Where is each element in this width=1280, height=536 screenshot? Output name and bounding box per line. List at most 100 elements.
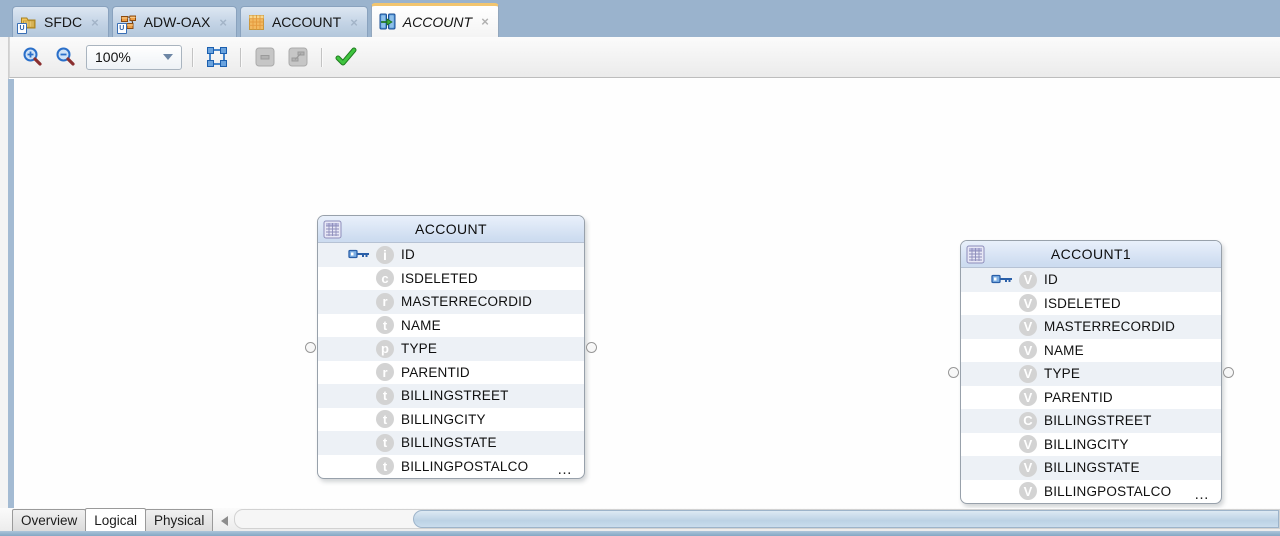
attribute-row[interactable]: t BILLINGCITY (318, 408, 584, 432)
tab-account[interactable]: ACCOUNT × (239, 6, 368, 37)
zoom-level-select[interactable]: 100% (86, 44, 182, 70)
view-tab-bar: Overview Logical Physical (0, 508, 1280, 531)
type-icon: r (376, 292, 394, 311)
attribute-row[interactable]: r MASTERRECORDID (318, 290, 584, 314)
tab-label: ACCOUNT (402, 13, 473, 30)
attribute-name: ISDELETED (401, 270, 478, 286)
attribute-list: V ID V ISDELETED V MASTERRECORDID V NAME VT… (961, 268, 1221, 503)
attribute-name: BILLINGPOSTALCO (401, 458, 529, 474)
type-icon: V (1019, 341, 1037, 360)
scrollbar-thumb[interactable] (413, 510, 1279, 528)
type-icon: V (1019, 317, 1037, 336)
triangle-left-icon (220, 516, 228, 526)
attribute-name: BILLINGSTREET (401, 388, 509, 404)
connector-port-right[interactable] (586, 342, 597, 353)
entity-header[interactable]: ACCOUNT (318, 216, 584, 243)
attribute-name: NAME (1044, 342, 1084, 358)
tab-label: ACCOUNT (271, 14, 342, 30)
close-icon[interactable]: × (219, 16, 227, 29)
attribute-row[interactable]: V NAME (961, 339, 1221, 363)
tab-account-mapping-active[interactable]: ACCOUNT × (370, 3, 499, 37)
window-bottom-edge (0, 531, 1280, 536)
attribute-row[interactable]: t NAME (318, 314, 584, 338)
attribute-row[interactable]: p TYPE (318, 337, 584, 361)
attribute-list: i ID c ISDELETED r MASTERRECORDID t NAME pT… (318, 243, 584, 478)
attribute-row[interactable]: V ISDELETED (961, 292, 1221, 316)
unsaved-badge: U (17, 22, 27, 34)
tab-label: SFDC (44, 14, 83, 30)
attribute-row[interactable]: V ID (961, 268, 1221, 292)
more-attributes-indicator: … (557, 461, 574, 478)
type-icon: V (1019, 435, 1037, 454)
attribute-name: BILLINGSTATE (401, 435, 497, 451)
type-icon: t (376, 386, 394, 405)
attribute-row[interactable]: i ID (318, 243, 584, 267)
type-icon: V (1019, 294, 1037, 313)
attribute-row[interactable]: V BILLINGPOSTALCO (961, 480, 1221, 504)
toolbar-separator (192, 47, 194, 67)
attribute-row[interactable]: t BILLINGPOSTALCO (318, 455, 584, 479)
expand-all-button-disabled (285, 44, 311, 70)
type-icon: t (376, 316, 394, 335)
fit-selection-icon (207, 47, 227, 67)
attribute-row[interactable]: V PARENTID (961, 386, 1221, 410)
close-icon[interactable]: × (481, 15, 489, 28)
attribute-row[interactable]: t BILLINGSTREET (318, 384, 584, 408)
connector-port-right[interactable] (1223, 367, 1234, 378)
toolbar-separator (240, 47, 242, 67)
table-grid-icon (248, 14, 265, 31)
attribute-row[interactable]: t BILLINGSTATE (318, 431, 584, 455)
attribute-name: MASTERRECORDID (401, 294, 533, 310)
tab-sfdc[interactable]: U SFDC × (12, 6, 109, 37)
attribute-row[interactable]: V BILLINGSTATE (961, 456, 1221, 480)
type-icon: V (1019, 458, 1037, 477)
attribute-row[interactable]: V MASTERRECORDID (961, 315, 1221, 339)
type-icon: t (376, 433, 394, 452)
validate-button[interactable] (333, 44, 359, 70)
tab-logical[interactable]: Logical (85, 508, 147, 531)
attribute-name: BILLINGSTATE (1044, 460, 1140, 476)
tab-label: Physical (154, 513, 205, 528)
tab-label: ADW-OAX (143, 14, 211, 30)
connector-port-left[interactable] (948, 367, 959, 378)
type-icon: V (1019, 270, 1037, 289)
attribute-row[interactable]: r PARENTID (318, 361, 584, 385)
entity-header[interactable]: ACCOUNT1 (961, 241, 1221, 268)
close-icon[interactable]: × (91, 16, 99, 29)
attribute-name: ID (1044, 272, 1058, 288)
model-diagram-icon: U (116, 14, 137, 34)
type-icon: t (376, 410, 394, 429)
tab-label: Logical (94, 512, 138, 528)
attribute-name: ID (401, 247, 415, 263)
entity-account[interactable]: ACCOUNT i ID c ISDELETED r MASTERRECORDID … (317, 215, 585, 479)
fit-to-window-button[interactable] (204, 44, 230, 70)
tab-label: Overview (21, 513, 78, 528)
folder-table-icon: U (17, 14, 37, 34)
connector-port-left[interactable] (305, 342, 316, 353)
expand-icon (288, 47, 308, 67)
type-icon: V (1019, 482, 1037, 501)
entity-title: ACCOUNT1 (1050, 246, 1132, 262)
zoom-out-button[interactable] (53, 44, 79, 70)
attribute-row[interactable]: V BILLINGCITY (961, 433, 1221, 457)
tab-overview[interactable]: Overview (12, 509, 87, 531)
more-attributes-indicator: … (1194, 486, 1211, 503)
attribute-name: ISDELETED (1044, 295, 1121, 311)
type-icon: C (1019, 411, 1037, 430)
attribute-row[interactable]: c ISDELETED (318, 267, 584, 291)
attribute-name: TYPE (1044, 366, 1081, 382)
zoom-in-button[interactable] (20, 44, 46, 70)
tab-physical[interactable]: Physical (145, 509, 214, 531)
attribute-name: BILLINGCITY (1044, 436, 1129, 452)
chevron-down-icon (163, 54, 173, 60)
attribute-row[interactable]: C BILLINGSTREET (961, 409, 1221, 433)
attribute-name: PARENTID (401, 364, 470, 380)
tab-adw-oax[interactable]: U ADW-OAX × (111, 6, 237, 37)
horizontal-scrollbar[interactable] (234, 509, 1280, 529)
type-icon: i (376, 245, 394, 264)
entity-account1[interactable]: ACCOUNT1 V ID V ISDELETED V MASTERRECORDID… (960, 240, 1222, 504)
attribute-row[interactable]: V TYPE (961, 362, 1221, 386)
close-icon[interactable]: × (350, 16, 358, 29)
tab-scroll-left-button[interactable] (216, 511, 232, 531)
zoom-in-icon (23, 47, 42, 66)
